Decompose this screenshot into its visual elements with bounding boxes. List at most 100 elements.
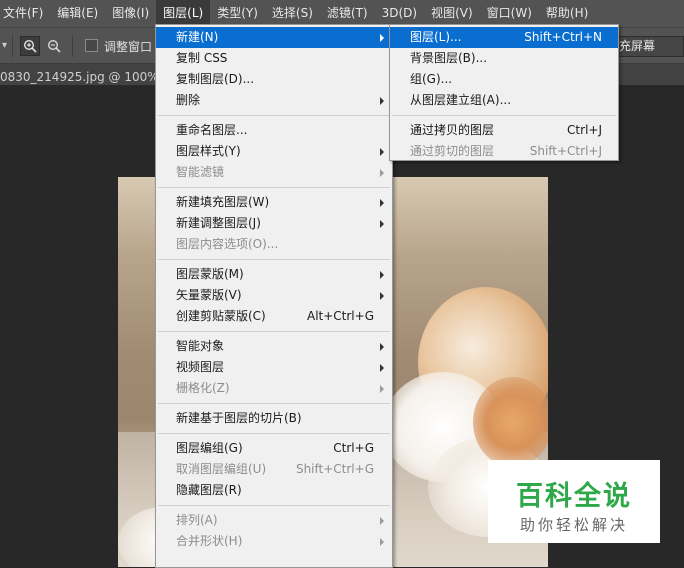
menu-item[interactable]: 图层(L)... Shift+Ctrl+N <box>390 27 618 48</box>
menu-item[interactable]: 组(G)... <box>390 69 618 90</box>
menubar-item[interactable]: 滤镜(T) <box>320 0 375 27</box>
menu-item-label: 图层样式(Y) <box>176 144 241 158</box>
menu-item[interactable]: 图层蒙版(M) <box>156 264 392 285</box>
document-tab[interactable]: 0830_214925.jpg @ 100% (图 <box>0 68 179 85</box>
menubar-item[interactable]: 图层(L) <box>156 0 211 27</box>
menu-item-shortcut: Shift+Ctrl+J <box>529 144 602 158</box>
menu-item-label: 矢量蒙版(V) <box>176 288 242 302</box>
menu-item[interactable]: 复制 CSS <box>156 48 392 69</box>
menu-separator <box>390 111 618 120</box>
menu-item[interactable]: 删除 <box>156 90 392 111</box>
submenu-arrow-icon <box>380 517 384 525</box>
menu-item[interactable]: 新建基于图层的切片(B) <box>156 408 392 429</box>
menu-item[interactable]: 背景图层(B)... <box>390 48 618 69</box>
menu-item-shortcut: Ctrl+J <box>567 123 602 137</box>
submenu-arrow-icon <box>380 364 384 372</box>
submenu-arrow-icon <box>380 292 384 300</box>
menu-item: 合并形状(H) <box>156 531 392 552</box>
menu-item-label: 排列(A) <box>176 513 218 527</box>
menu-item[interactable]: 新建(N) <box>156 27 392 48</box>
menu-item-label: 图层内容选项(O)... <box>176 237 279 251</box>
options-divider <box>72 35 73 57</box>
menu-item-label: 新建调整图层(J) <box>176 216 261 230</box>
submenu-arrow-icon <box>380 169 384 177</box>
menubar-item[interactable]: 窗口(W) <box>480 0 539 27</box>
menu-item[interactable]: 图层样式(Y) <box>156 141 392 162</box>
submenu-arrow-icon <box>380 97 384 105</box>
menubar-item[interactable]: 3D(D) <box>375 0 424 27</box>
menu-item-label: 智能对象 <box>176 339 225 353</box>
tool-preset-arrow-icon[interactable]: ▾ <box>2 40 7 51</box>
menu-item-label: 图层蒙版(M) <box>176 267 244 281</box>
menu-item-label: 图层(L)... <box>410 30 462 44</box>
menu-item-shortcut: Shift+Ctrl+G <box>295 462 374 476</box>
menu-item-label: 删除 <box>176 93 201 107</box>
options-divider <box>12 35 13 57</box>
menu-item: 取消图层编组(U) Shift+Ctrl+G <box>156 459 392 480</box>
submenu-arrow-icon <box>380 271 384 279</box>
menu-item[interactable]: 创建剪贴蒙版(C) Alt+Ctrl+G <box>156 306 392 327</box>
puppy-fur <box>473 377 548 467</box>
menu-separator <box>156 255 392 264</box>
menu-item-label: 新建(N) <box>176 30 219 44</box>
submenu-arrow-icon <box>380 199 384 207</box>
menu-item-label: 重命名图层... <box>176 123 248 137</box>
menu-item[interactable]: 图层编组(G) Ctrl+G <box>156 438 392 459</box>
menu-item[interactable]: 新建填充图层(W) <box>156 192 392 213</box>
menubar-item[interactable]: 视图(V) <box>424 0 480 27</box>
menu-separator <box>156 399 392 408</box>
menu-separator <box>156 501 392 510</box>
menu-item[interactable]: 通过拷贝的图层 Ctrl+J <box>390 120 618 141</box>
submenu-arrow-icon <box>380 220 384 228</box>
menu-item-label: 从图层建立组(A)... <box>410 93 512 107</box>
menubar-item[interactable]: 类型(Y) <box>210 0 265 27</box>
menubar-item[interactable]: 图像(I) <box>105 0 156 27</box>
menu-item[interactable]: 隐藏图层(R) <box>156 480 392 501</box>
menu-item-shortcut: Alt+Ctrl+G <box>306 309 374 323</box>
menubar-item[interactable]: 文件(F) <box>0 0 50 27</box>
watermark-subtitle: 助你轻松解决 <box>519 516 628 534</box>
menu-item[interactable]: 重命名图层... <box>156 120 392 141</box>
menu-item: 栅格化(Z) <box>156 378 392 399</box>
menu-item[interactable]: 新建调整图层(J) <box>156 213 392 234</box>
menu-item-label: 新建基于图层的切片(B) <box>176 411 302 425</box>
layer-menu: 新建(N) 复制 CSS 复制图层(D)... 删除重命名图层... 图层样式(Y) 智能… <box>155 24 393 568</box>
submenu-arrow-icon <box>380 148 384 156</box>
menu-item-label: 通过剪切的图层 <box>410 144 495 158</box>
menu-item-label: 智能滤镜 <box>176 165 225 179</box>
resize-windows-checkbox[interactable] <box>85 39 98 52</box>
menu-item[interactable]: 从图层建立组(A)... <box>390 90 618 111</box>
menu-separator <box>156 111 392 120</box>
submenu-arrow-icon <box>380 34 384 42</box>
menu-item[interactable]: 矢量蒙版(V) <box>156 285 392 306</box>
menubar-item[interactable]: 选择(S) <box>265 0 320 27</box>
submenu-arrow-icon <box>380 343 384 351</box>
resize-windows-label: 调整窗口 <box>104 40 153 54</box>
menu-item-shortcut: Shift+Ctrl+N <box>524 30 602 44</box>
menu-separator <box>156 327 392 336</box>
menu-item: 排列(A) <box>156 510 392 531</box>
watermark-title: 百科全说 <box>516 481 632 512</box>
menu-item-label: 隐藏图层(R) <box>176 483 242 497</box>
menu-item-label: 组(G)... <box>410 72 453 86</box>
menu-item-label: 合并形状(H) <box>176 534 243 548</box>
menu-item-label: 背景图层(B)... <box>410 51 488 65</box>
menu-item-label: 取消图层编组(U) <box>176 462 267 476</box>
menu-item-label: 视频图层 <box>176 360 225 374</box>
menu-item-label: 通过拷贝的图层 <box>410 123 495 137</box>
new-submenu: 图层(L)... Shift+Ctrl+N 背景图层(B)... 组(G)... 从图层… <box>389 24 619 161</box>
watermark-logo: 百科全说 助你轻松解决 <box>488 460 660 543</box>
menubar-item[interactable]: 编辑(E) <box>50 0 105 27</box>
menu-item[interactable]: 复制图层(D)... <box>156 69 392 90</box>
fill-screen-button[interactable]: 充屏幕 <box>612 36 684 57</box>
menu-item-label: 图层编组(G) <box>176 441 243 455</box>
zoom-in-icon[interactable] <box>20 36 40 56</box>
menu-item-shortcut: Ctrl+G <box>333 441 374 455</box>
menu-item-label: 新建填充图层(W) <box>176 195 270 209</box>
zoom-out-icon[interactable] <box>44 36 64 56</box>
submenu-arrow-icon <box>380 385 384 393</box>
menu-item-label: 复制 CSS <box>176 51 228 65</box>
menu-item[interactable]: 视频图层 <box>156 357 392 378</box>
menubar-item[interactable]: 帮助(H) <box>539 0 595 27</box>
menu-item[interactable]: 智能对象 <box>156 336 392 357</box>
